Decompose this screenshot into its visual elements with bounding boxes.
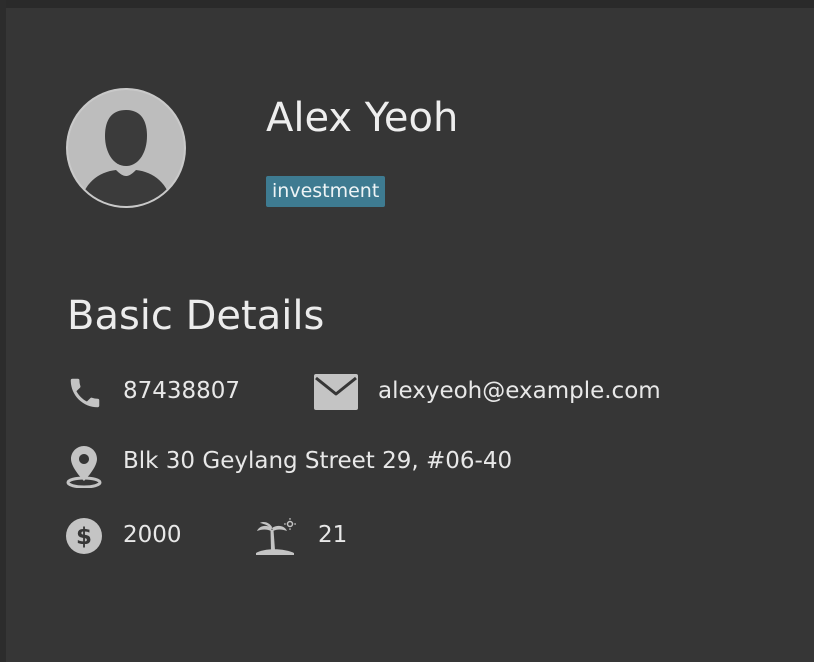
avatar: [66, 88, 186, 208]
top-border: [0, 0, 814, 8]
person-name: Alex Yeoh: [266, 95, 459, 141]
salary-value: 2000: [123, 522, 182, 548]
person-detail-panel: Alex Yeoh investment Basic Details 87438…: [0, 0, 814, 662]
map-pin-icon: [66, 444, 102, 489]
section-title: Basic Details: [67, 293, 325, 339]
palm-tree-icon: [254, 518, 296, 556]
phone-icon: [66, 374, 104, 412]
email-value: alexyeoh@example.com: [378, 378, 661, 404]
left-border: [0, 0, 6, 662]
phone-value: 87438807: [123, 378, 241, 404]
tag-badge: investment: [266, 176, 386, 207]
address-value: Blk 30 Geylang Street 29, #06-40: [123, 448, 513, 474]
leave-value: 21: [318, 522, 348, 548]
envelope-icon: [314, 374, 358, 410]
svg-text:$: $: [76, 524, 92, 550]
user-avatar-icon: [66, 88, 186, 208]
dollar-icon: $: [66, 518, 102, 554]
